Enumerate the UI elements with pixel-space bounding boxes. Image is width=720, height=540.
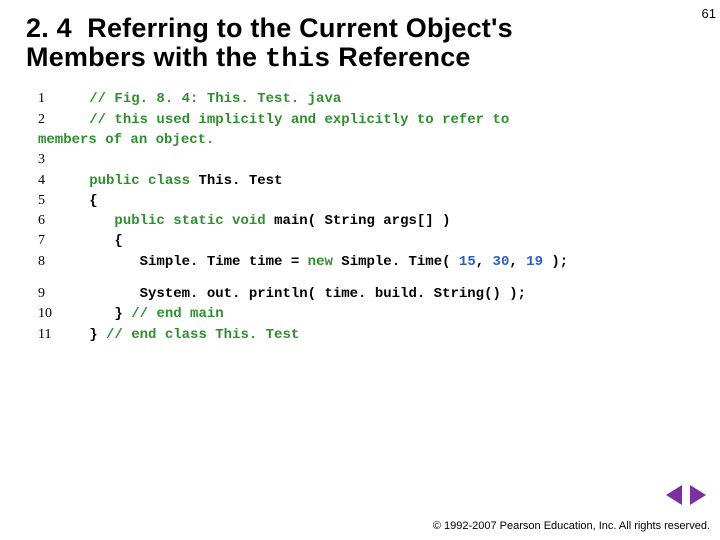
heading-code-word: this bbox=[265, 45, 331, 75]
line-number: 11 bbox=[38, 325, 64, 345]
code-value: 30 bbox=[493, 254, 510, 270]
line-number: 8 bbox=[38, 252, 64, 272]
prev-arrow-icon[interactable] bbox=[666, 485, 682, 505]
code-comment: // this used implicitly and explicitly t… bbox=[89, 112, 509, 128]
line-number: 7 bbox=[38, 231, 64, 251]
code-value: 19 bbox=[526, 254, 543, 270]
code-comment: members of an object. bbox=[38, 132, 214, 148]
line-number: 9 bbox=[38, 284, 64, 304]
line-number: 4 bbox=[38, 171, 64, 191]
line-number: 6 bbox=[38, 211, 64, 231]
section-heading: 2. 4 Referring to the Current Object's M… bbox=[26, 14, 546, 75]
code-text: } bbox=[114, 306, 122, 322]
code-text: Simple. Time time = bbox=[140, 254, 300, 270]
line-number: 5 bbox=[38, 191, 64, 211]
code-keyword: new bbox=[308, 254, 333, 270]
code-text: System. out. println( time. build. Strin… bbox=[140, 286, 526, 302]
page-number: 61 bbox=[702, 6, 716, 21]
line-number: 3 bbox=[38, 150, 64, 170]
code-comment: // end main bbox=[131, 306, 223, 322]
code-text: main( String args[] ) bbox=[274, 213, 450, 229]
code-text: { bbox=[89, 193, 97, 209]
nav-controls bbox=[664, 485, 708, 510]
line-number: 10 bbox=[38, 304, 64, 324]
footer-copyright: © 1992-2007 Pearson Education, Inc. All … bbox=[433, 520, 710, 532]
code-text: ); bbox=[551, 254, 568, 270]
code-text: , bbox=[509, 254, 517, 270]
code-block-1: 1 // Fig. 8. 4: This. Test. java 2 // th… bbox=[26, 89, 694, 272]
next-arrow-icon[interactable] bbox=[690, 485, 706, 505]
heading-text-after: Reference bbox=[338, 42, 470, 72]
section-number: 2. 4 bbox=[26, 13, 72, 43]
code-text: , bbox=[476, 254, 484, 270]
slide-content: 2. 4 Referring to the Current Object's M… bbox=[0, 0, 720, 345]
code-block-2: 9 System. out. println( time. build. Str… bbox=[26, 284, 694, 345]
code-text: This. Test bbox=[198, 173, 282, 189]
code-value: 15 bbox=[459, 254, 476, 270]
code-comment: // Fig. 8. 4: This. Test. java bbox=[89, 91, 341, 107]
code-text: } bbox=[89, 327, 97, 343]
line-number: 2 bbox=[38, 110, 64, 130]
line-number: 1 bbox=[38, 89, 64, 109]
code-text: Simple. Time( bbox=[341, 254, 450, 270]
code-keyword: public static void bbox=[114, 213, 265, 229]
code-text: { bbox=[114, 233, 122, 249]
code-keyword: public class bbox=[89, 173, 190, 189]
code-comment: // end class This. Test bbox=[106, 327, 299, 343]
